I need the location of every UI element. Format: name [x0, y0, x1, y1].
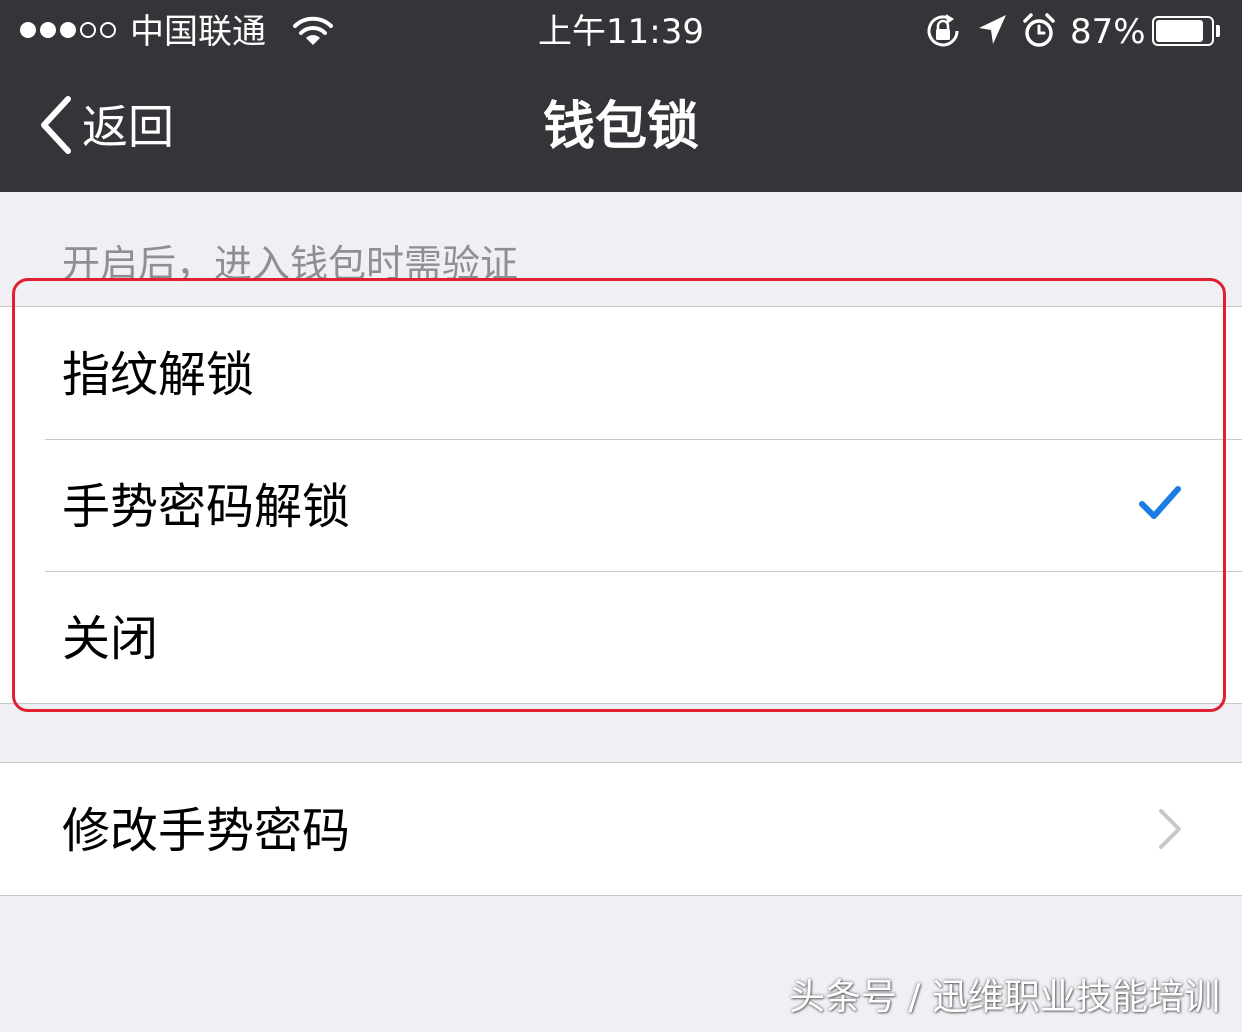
option-fingerprint-unlock[interactable]: 指纹解锁 [0, 307, 1242, 439]
location-arrow-icon [976, 12, 1008, 52]
page-title: 钱包锁 [542, 97, 699, 157]
section-caption: 开启后，进入钱包时需验证 [62, 242, 519, 286]
option-gesture-password-unlock[interactable]: 手势密码解锁 [0, 439, 1242, 571]
option-label: 手势密码解锁 [62, 479, 351, 535]
watermark: 头条号 / 迅维职业技能培训 [788, 977, 1220, 1018]
battery-icon [1152, 16, 1214, 46]
gesture-settings-group: 修改手势密码 [0, 762, 1242, 896]
option-label: 关闭 [62, 611, 159, 667]
row-label: 修改手势密码 [62, 803, 351, 859]
navigation-bar: 返回 钱包锁 [0, 64, 1242, 192]
option-off[interactable]: 关闭 [0, 571, 1242, 703]
chevron-right-icon [1156, 807, 1184, 855]
status-bar: 中国联通 上午11:39 87% [0, 0, 1242, 64]
lock-options-group: 指纹解锁 手势密码解锁 关闭 [0, 306, 1242, 704]
checkmark-icon [1138, 481, 1182, 529]
change-gesture-password-row[interactable]: 修改手势密码 [0, 763, 1242, 895]
rotation-lock-icon [924, 12, 962, 54]
alarm-icon [1022, 12, 1056, 54]
battery-percentage: 87% [1070, 12, 1146, 52]
battery-tip [1216, 25, 1220, 37]
top-bar: 中国联通 上午11:39 87% 返回 钱包锁 [0, 0, 1242, 192]
battery-level-fill [1156, 20, 1203, 42]
option-label: 指纹解锁 [62, 347, 255, 403]
